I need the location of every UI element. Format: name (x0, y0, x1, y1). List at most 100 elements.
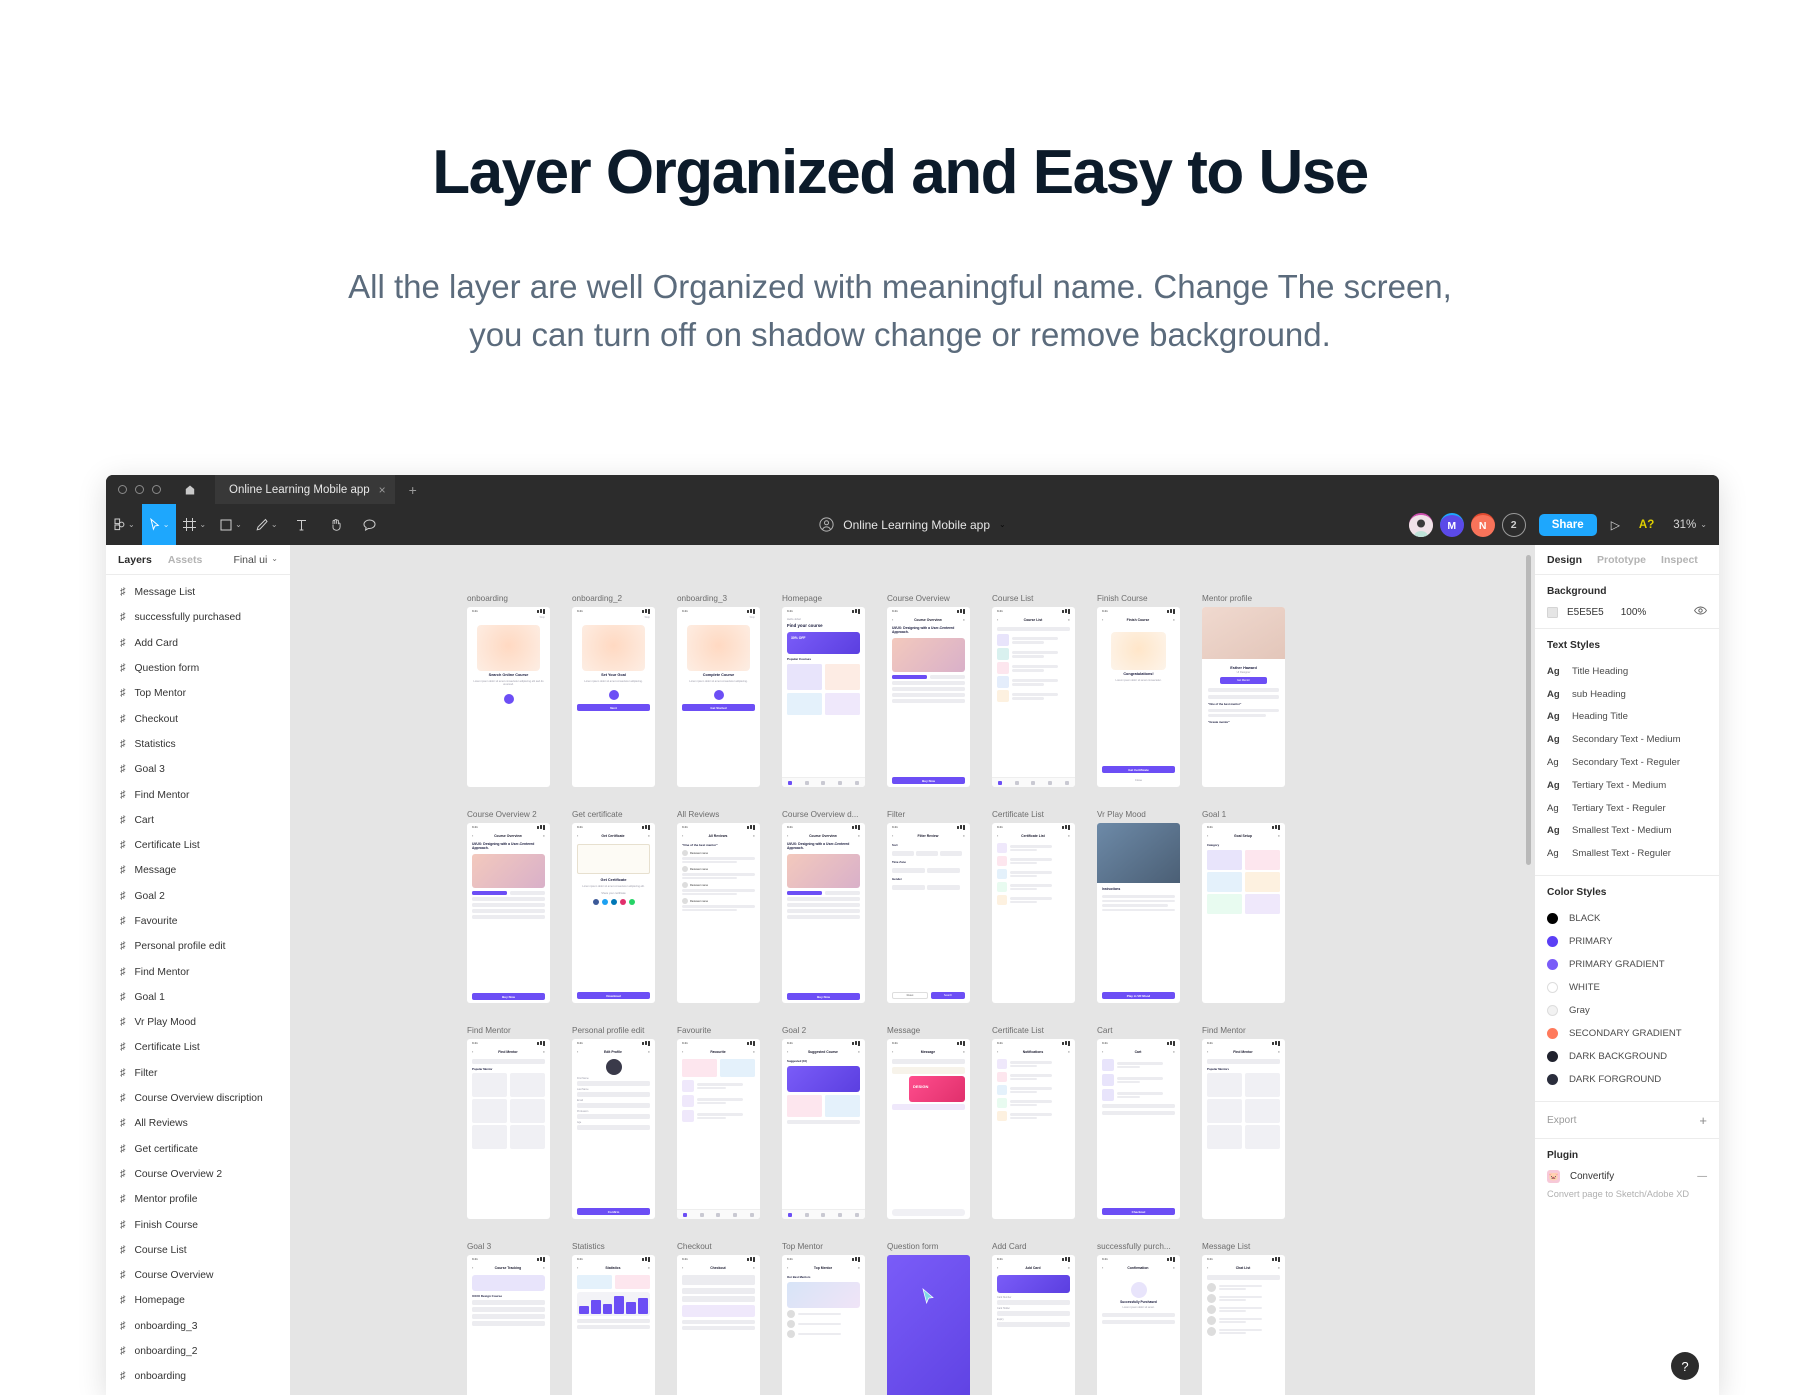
nav-home-icon[interactable] (788, 1213, 792, 1217)
frame-label[interactable]: Certificate List (992, 810, 1075, 819)
document-name[interactable]: Online Learning Mobile app (843, 518, 990, 532)
text-style-row[interactable]: AgTertiary Text - Reguler (1547, 797, 1707, 820)
back-icon[interactable]: ‹ (1207, 1049, 1208, 1054)
nav-chat-icon[interactable] (838, 781, 842, 785)
nav-search-icon[interactable] (805, 1213, 809, 1217)
color-swatch[interactable] (1547, 1005, 1558, 1016)
canvas-frame[interactable]: Certificate List9:41‹Certificate List● (992, 810, 1075, 1003)
social-share-icon[interactable] (593, 899, 599, 905)
primary-button[interactable]: Get Started (682, 704, 755, 711)
layer-row[interactable]: ♯Top Mentor (106, 681, 290, 706)
frame-label[interactable]: onboarding_2 (572, 594, 655, 603)
frame-preview[interactable]: 9:41SkipSearch Online CourseLorem ipsum … (467, 607, 550, 787)
bottom-nav[interactable] (782, 1209, 865, 1219)
color-style-row[interactable]: PRIMARY GRADIENT (1547, 953, 1707, 976)
frame-label[interactable]: Course Overview d... (782, 810, 865, 819)
frame-preview[interactable]: 9:41‹Get Certificate●Get CertificateLore… (572, 823, 655, 1003)
layer-row[interactable]: ♯Vr Play Mood (106, 1010, 290, 1035)
color-style-row[interactable]: WHITE (1547, 976, 1707, 999)
skip-button[interactable]: Skip (572, 615, 655, 619)
maximize-window-icon[interactable] (152, 485, 161, 494)
layer-row[interactable]: ♯Question form (106, 656, 290, 681)
app-bar-action-icon[interactable]: ● (1278, 1265, 1280, 1270)
back-icon[interactable]: ‹ (1207, 833, 1208, 838)
background-hex[interactable]: E5E5E5 (1567, 607, 1604, 618)
bottom-nav[interactable] (782, 777, 865, 787)
frame-preview[interactable]: 9:41‹Confirmation●Successfully Purchased… (1097, 1255, 1180, 1395)
primary-button[interactable]: Buy Now (787, 993, 860, 1000)
frame-preview[interactable]: 9:41‹Course Overview●UI/UX: Designing wi… (887, 607, 970, 787)
canvas-frame[interactable]: Course Overview d...9:41‹Course Overview… (782, 810, 865, 1003)
mentor-card[interactable] (1207, 1099, 1242, 1123)
canvas-frame[interactable]: Personal profile edit9:41‹Edit Profile●F… (572, 1026, 655, 1219)
chevron-down-icon[interactable]: ⌄ (271, 520, 278, 529)
back-icon[interactable]: ‹ (1102, 617, 1103, 622)
frame-preview[interactable]: 9:41‹Statistics● (572, 1255, 655, 1395)
frame-label[interactable]: Goal 2 (782, 1026, 865, 1035)
frame-label[interactable]: Finish Course (1097, 594, 1180, 603)
mentor-card[interactable] (472, 1099, 507, 1123)
plugin-row[interactable]: 🐷 Convertify — (1547, 1170, 1707, 1183)
back-icon[interactable]: ‹ (787, 1049, 788, 1054)
payment-method-card[interactable] (682, 1305, 755, 1317)
next-circle-button[interactable] (504, 694, 514, 704)
app-bar-action-icon[interactable]: ● (1068, 617, 1070, 622)
pen-tool-button[interactable]: ⌄ (249, 504, 285, 545)
nav-home-icon[interactable] (788, 781, 792, 785)
move-tool-button[interactable]: ⌄ (142, 504, 177, 545)
figma-menu-button[interactable]: ⌄ (106, 504, 142, 545)
page-selector[interactable]: Final ui ⌄ (233, 554, 278, 566)
app-bar-action-icon[interactable]: ● (1278, 1049, 1280, 1054)
frame-preview[interactable]: 9:41SkipComplete CourseLorem ipsum dolor… (677, 607, 760, 787)
canvas-frame[interactable]: successfully purch...9:41‹Confirmation●S… (1097, 1242, 1180, 1395)
frame-preview[interactable]: 9:41‹Finish Course●Congratulations!Lorem… (1097, 607, 1180, 787)
nav-search-icon[interactable] (700, 1213, 704, 1217)
frame-label[interactable]: Vr Play Mood (1097, 810, 1180, 819)
app-bar-action-icon[interactable]: ● (1068, 833, 1070, 838)
mentor-card[interactable] (1245, 1073, 1280, 1097)
layer-row[interactable]: ♯Certificate List (106, 833, 290, 858)
collaborator-avatar-m[interactable]: M (1440, 513, 1464, 537)
chevron-down-icon[interactable]: ⌄ (1700, 520, 1707, 529)
mentor-card[interactable] (1207, 1125, 1242, 1149)
mentor-card[interactable] (1207, 1073, 1242, 1097)
nav-home-icon[interactable] (683, 1213, 687, 1217)
canvas-frame[interactable]: Add Card9:41‹Add Card●Card NumberCard Ho… (992, 1242, 1075, 1395)
frame-label[interactable]: Goal 3 (467, 1242, 550, 1251)
collaborator-avatar-photo[interactable] (1409, 513, 1433, 537)
layer-row[interactable]: ♯Goal 3 (106, 757, 290, 782)
collaborator-avatar-n[interactable]: N (1471, 513, 1495, 537)
frame-preview[interactable]: 9:41‹All Reviews●"One of the best mentor… (677, 823, 760, 1003)
collaborator-count-badge[interactable]: 2 (1502, 513, 1526, 537)
app-bar-action-icon[interactable]: ● (543, 833, 545, 838)
text-style-row[interactable]: AgTitle Heading (1547, 660, 1707, 683)
back-icon[interactable]: ‹ (892, 1049, 893, 1054)
back-icon[interactable]: ‹ (787, 833, 788, 838)
color-style-row[interactable]: SECONDARY GRADIENT (1547, 1022, 1707, 1045)
primary-button[interactable]: Buy Now (472, 993, 545, 1000)
frame-preview[interactable]: 9:41‹Favourite● (677, 1039, 760, 1219)
nav-search-icon[interactable] (805, 781, 809, 785)
frame-label[interactable]: Homepage (782, 594, 865, 603)
nav-bookmark-icon[interactable] (716, 1213, 720, 1217)
back-icon[interactable]: ‹ (997, 617, 998, 622)
canvas-frame[interactable]: Cart9:41‹Cart●Checkout (1097, 1026, 1180, 1219)
back-icon[interactable]: ‹ (892, 833, 893, 838)
frame-preview[interactable]: 9:41‹Chat List● (1202, 1255, 1285, 1395)
social-share-icon[interactable] (620, 899, 626, 905)
back-icon[interactable]: ‹ (892, 617, 893, 622)
text-style-row[interactable]: AgTertiary Text - Medium (1547, 774, 1707, 797)
canvas-frame[interactable]: All Reviews9:41‹All Reviews●"One of the … (677, 810, 760, 1003)
frame-preview[interactable]: 9:41‹Filter Review●SortTime ZoneGenderRe… (887, 823, 970, 1003)
canvas-frame[interactable]: Goal 39:41‹Course Tracking●UX/UI Design … (467, 1242, 550, 1395)
present-button[interactable]: ▷ (1604, 518, 1627, 532)
back-icon[interactable]: ‹ (577, 1049, 578, 1054)
frame-label[interactable]: Certificate List (992, 1026, 1075, 1035)
new-tab-button[interactable]: + (395, 482, 431, 498)
frame-preview[interactable]: 9:41‹Course List● (992, 607, 1075, 787)
frame-preview[interactable]: 9:41Hello JobelFind your course30% OFFPo… (782, 607, 865, 787)
chevron-down-icon[interactable]: ⌄ (999, 520, 1006, 529)
text-tool-button[interactable] (285, 504, 319, 545)
mentor-card[interactable] (1245, 1099, 1280, 1123)
profile-avatar[interactable] (606, 1059, 622, 1075)
